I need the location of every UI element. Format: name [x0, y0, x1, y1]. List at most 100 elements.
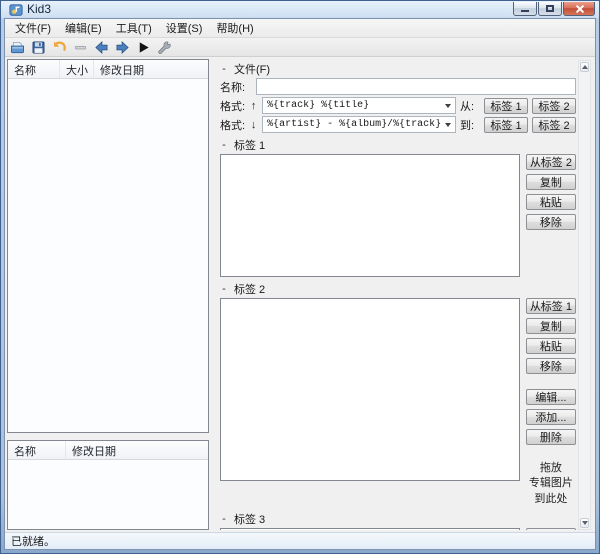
menu-item-file[interactable]: 文件(F) [8, 19, 58, 37]
menubar: 文件(F) 编辑(E) 工具(T) 设置(S) 帮助(H) [5, 19, 595, 38]
collapse-icon[interactable]: - [220, 283, 228, 295]
right-panel-scrollbar[interactable] [578, 60, 591, 530]
minimize-icon [521, 9, 529, 12]
client-area: 文件(F) 编辑(E) 工具(T) 设置(S) 帮助(H) 名称 大小 修改日期… [4, 18, 596, 550]
filename-label: 名称: [220, 81, 246, 94]
filename-to-tag1-button[interactable]: 标签 1 [484, 116, 528, 133]
collapse-icon[interactable]: - [220, 513, 228, 525]
filename-from-tag2-button[interactable]: 标签 2 [532, 97, 576, 114]
tag2-remove-button[interactable]: 移除 [525, 358, 576, 374]
tag1-from-tag2-button[interactable]: 从标签 2 [525, 154, 576, 170]
configure-button[interactable] [155, 39, 173, 56]
open-icon [10, 41, 24, 53]
previous-file-button[interactable] [92, 39, 110, 56]
close-button[interactable] [563, 2, 595, 16]
format-to-value: %{artist} - %{album}/%{track} %{title} [267, 119, 441, 130]
file-list-body[interactable] [8, 79, 208, 432]
statusbar: 已就绪。 [5, 532, 595, 549]
chevron-down-icon [445, 122, 451, 127]
section-header-tag2[interactable]: - 标签 2 [220, 281, 576, 296]
previous-file-icon [94, 40, 107, 54]
tag3-section-title: 标签 3 [234, 513, 266, 526]
file-list-column-size[interactable]: 大小 [60, 60, 94, 78]
app-window: Kid3 文件(F) 编辑(E) 工具(T) 设置(S) 帮助(H) 名称 大小… [0, 0, 600, 554]
menu-item-edit[interactable]: 编辑(E) [58, 19, 109, 37]
open-button[interactable] [8, 39, 26, 56]
filename-row: 名称: [220, 78, 576, 95]
maximize-icon [546, 5, 554, 12]
section-header-tag3[interactable]: - 标签 3 [220, 511, 576, 526]
menu-item-settings[interactable]: 设置(S) [159, 19, 210, 37]
minimize-button[interactable] [513, 2, 537, 16]
file-list-column-date[interactable]: 修改日期 [94, 60, 208, 78]
main-area: 名称 大小 修改日期 名称 修改日期 - 文件(F) 名称: 格式: ↑ %{t… [5, 57, 595, 532]
main-splitter[interactable] [209, 59, 216, 530]
play-button[interactable] [134, 39, 152, 56]
file-list-column-name[interactable]: 名称 [8, 60, 60, 78]
format-to-combo[interactable]: %{artist} - %{album}/%{track} %{title} [262, 116, 456, 133]
album-art-drop-zone[interactable]: 拖放 专辑图片 到此处 [526, 461, 576, 507]
filename-to-tag2-button[interactable]: 标签 2 [532, 116, 576, 133]
playlist-button[interactable] [71, 39, 89, 56]
tag3-from-button[interactable]: 从 [526, 528, 576, 530]
directory-list-column-date[interactable]: 修改日期 [66, 441, 208, 459]
tag1-paste-button[interactable]: 粘贴 [525, 194, 576, 210]
menu-item-tools[interactable]: 工具(T) [109, 19, 159, 37]
titlebar[interactable]: Kid3 [4, 1, 596, 18]
next-file-icon [116, 40, 129, 54]
maximize-button[interactable] [538, 2, 562, 16]
save-icon [32, 41, 44, 53]
next-file-button[interactable] [113, 39, 131, 56]
format-from-combo[interactable]: %{track} %{title} [262, 97, 456, 114]
tag2-copy-button[interactable]: 复制 [525, 318, 576, 334]
collapse-icon[interactable]: - [220, 139, 228, 151]
from-label: 从: [460, 100, 475, 113]
file-section-title: 文件(F) [234, 63, 271, 76]
tag2-frame-table[interactable] [220, 298, 520, 481]
arrow-down-icon: ↓ [250, 118, 257, 131]
section-header-tag1[interactable]: - 标签 1 [220, 137, 576, 152]
format-to-row: 格式: ↓ %{artist} - %{album}/%{track} %{ti… [220, 116, 576, 133]
tag1-buttons: 从标签 2 复制 粘贴 移除 [525, 154, 576, 230]
tag3-frame-table[interactable] [220, 528, 520, 530]
collapse-icon[interactable]: - [220, 63, 228, 75]
tag1-copy-button[interactable]: 复制 [525, 174, 576, 190]
section-header-file[interactable]: - 文件(F) [220, 61, 576, 76]
tag2-section-title: 标签 2 [234, 283, 266, 296]
left-column: 名称 大小 修改日期 名称 修改日期 [7, 59, 209, 530]
scroll-up-button[interactable] [580, 62, 589, 72]
tag3-body: 从 到 [220, 528, 576, 530]
filename-input[interactable] [256, 78, 576, 95]
tag2-add-button[interactable]: 添加... [525, 409, 576, 425]
tag2-body: 从标签 1 复制 粘贴 移除 编辑... 添加... 删除 拖放 专辑图片 到此… [220, 298, 576, 507]
tag-editor-panel: - 文件(F) 名称: 格式: ↑ %{track} %{title} 从: 标… [216, 59, 593, 530]
status-text: 已就绪。 [11, 536, 55, 548]
format-from-label: 格式: [220, 100, 246, 113]
toolbar [5, 38, 595, 57]
play-icon [139, 41, 149, 53]
tag2-from-tag1-button[interactable]: 从标签 1 [525, 298, 576, 314]
tag2-edit-button[interactable]: 编辑... [525, 389, 576, 405]
wrench-icon [157, 41, 171, 54]
tag1-remove-button[interactable]: 移除 [525, 214, 576, 230]
to-label: 到: [460, 119, 475, 132]
tag2-buttons: 从标签 1 复制 粘贴 移除 编辑... 添加... 删除 拖放 专辑图片 到此… [525, 298, 576, 507]
file-list-panel: 名称 大小 修改日期 [7, 59, 209, 433]
menu-item-help[interactable]: 帮助(H) [209, 19, 260, 37]
tag2-delete-button[interactable]: 删除 [525, 429, 576, 445]
filename-from-tag1-button[interactable]: 标签 1 [484, 97, 528, 114]
scroll-down-button[interactable] [580, 518, 589, 528]
left-horizontal-splitter[interactable] [7, 433, 209, 440]
tag1-section-title: 标签 1 [234, 139, 266, 152]
chevron-down-icon [445, 103, 451, 108]
tag2-paste-button[interactable]: 粘贴 [525, 338, 576, 354]
tag3-buttons: 从 到 [526, 528, 576, 530]
format-from-value: %{track} %{title} [267, 100, 370, 111]
app-icon [9, 4, 23, 16]
directory-list-body[interactable] [8, 460, 208, 529]
revert-button[interactable] [50, 39, 68, 56]
directory-list-column-name[interactable]: 名称 [8, 441, 66, 459]
save-button[interactable] [29, 39, 47, 56]
tag1-frame-table[interactable] [220, 154, 520, 277]
format-from-row: 格式: ↑ %{track} %{title} 从: 标签 1 标签 2 [220, 97, 576, 114]
